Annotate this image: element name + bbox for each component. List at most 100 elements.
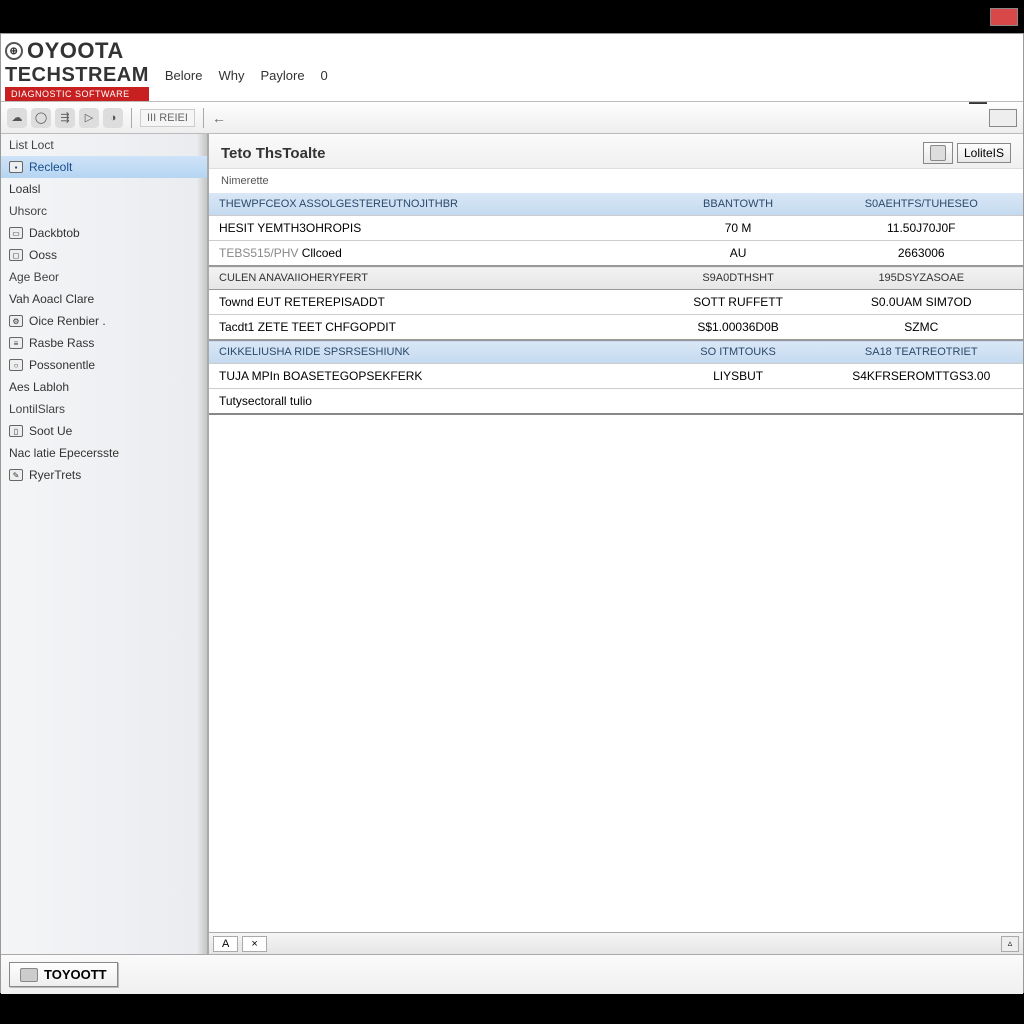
toolbar-circle-icon[interactable]: ◯ xyxy=(31,108,51,128)
sidebar-label-3: Uhsorc xyxy=(9,204,47,218)
toolbar-flag-icon[interactable]: ▷ xyxy=(79,108,99,128)
sidebar-label-15: RyerTrets xyxy=(29,468,81,482)
menu-item-4[interactable]: 0 xyxy=(321,68,328,83)
table-row[interactable]: Tacdt1 ZETE TEET CHFGOPDIT S$1.00036D0B … xyxy=(209,315,1023,341)
cell-val2: 11.50J70J0F xyxy=(819,216,1023,241)
cell-name: Townd EUT RETEREPISADDT xyxy=(209,290,657,315)
content-subtitle: Nimerette xyxy=(209,169,1023,193)
cell-val1: LIYSBUT xyxy=(657,364,820,389)
app-logo: ⊕OYOOTA TECHSTREAM DIAGNOSTIC SOFTWARE xyxy=(1,34,157,101)
toolbar-half-icon[interactable]: ◑ xyxy=(103,108,123,128)
sidebar-item-8[interactable]: ⚙ Oice Renbier . xyxy=(1,310,207,332)
sidebar-item-13[interactable]: ▯ Soot Ue xyxy=(1,420,207,442)
window-minimize-button[interactable]: — xyxy=(969,92,987,113)
sidebar-item-10[interactable]: ○ Possonentle xyxy=(1,354,207,376)
toolbar-back-icon[interactable]: ← xyxy=(212,110,226,126)
menu-item-2[interactable]: Why xyxy=(218,68,244,83)
table-section-row: CIKKELIUSHA RIDE SPSRSESHIUNK SO ITMTOUK… xyxy=(209,340,1023,364)
menu-item-1[interactable]: Belore xyxy=(165,68,203,83)
cell-name: Tutysectorall tulio xyxy=(209,389,657,415)
sheet-tab-close[interactable]: × xyxy=(242,936,266,952)
toolbar-arrow-icon[interactable]: ⇶ xyxy=(55,108,75,128)
cell-name: CULEN ANAVAIIOHERYFERT xyxy=(209,266,657,290)
sidebar-label-12: LontilSlars xyxy=(9,402,65,416)
toolbar-text-button[interactable]: III REIEI xyxy=(140,109,195,127)
menu-item-3[interactable]: Paylore xyxy=(260,68,304,83)
sidebar-label-2: Loalsl xyxy=(9,182,40,196)
refresh-icon xyxy=(930,145,946,161)
data-table: THEWPFCEOX ASSOLGESTEREUTNOJITHBR BBANTO… xyxy=(209,193,1023,415)
cell-val2: S0.0UAM SIM7OD xyxy=(819,290,1023,315)
sidebar-item-2[interactable]: Loalsl xyxy=(1,178,207,200)
sidebar-item-3[interactable]: Uhsorc xyxy=(1,200,207,222)
logo-line1: OYOOTA xyxy=(27,38,124,64)
cell-val2: 2663006 xyxy=(819,241,1023,267)
toolbar-cloud-icon[interactable]: ☁ xyxy=(7,108,27,128)
cell-name: Tacdt1 ZETE TEET CHFGOPDIT xyxy=(209,315,657,341)
sidebar-item-7[interactable]: Vah Aoacl Clare xyxy=(1,288,207,310)
box-icon: ▭ xyxy=(9,227,23,239)
sidebar-item-15[interactable]: ✎ RyerTrets xyxy=(1,464,207,486)
sidebar-label-8: Oice Renbier . xyxy=(29,314,106,328)
sheet-tab-1[interactable]: A xyxy=(213,936,238,952)
footer: TOYOOTT xyxy=(1,954,1023,994)
sidebar-label-10: Possonentle xyxy=(29,358,95,372)
sheet-tab-bar: A × ▵ xyxy=(209,932,1023,954)
cell-name: CIKKELIUSHA RIDE SPSRSESHIUNK xyxy=(209,340,657,364)
sidebar-label-14: Nac latie Epecersste xyxy=(9,446,119,460)
cell-name-text: Cllcoed xyxy=(302,246,342,260)
col-header-val1: BBANTOWTH xyxy=(657,193,820,216)
logo-tagline: DIAGNOSTIC SOFTWARE xyxy=(5,87,149,101)
footer-brand-button[interactable]: TOYOOTT xyxy=(9,962,118,987)
table-row[interactable]: Townd EUT RETEREPISADDT SOTT RUFFETT S0.… xyxy=(209,290,1023,315)
sidebar-item-6[interactable]: Age Beor xyxy=(1,266,207,288)
cell-val1: 70 M xyxy=(657,216,820,241)
toolbar-separator-2 xyxy=(203,108,204,128)
circle-icon: ○ xyxy=(9,359,23,371)
table-row[interactable]: Tutysectorall tulio xyxy=(209,389,1023,415)
cell-val1: SOTT RUFFETT xyxy=(657,290,820,315)
sidebar-label-1: Recleolt xyxy=(29,160,72,174)
sidebar-label-7: Vah Aoacl Clare xyxy=(9,292,94,306)
sheet-scroll-button[interactable]: ▵ xyxy=(1001,936,1019,952)
table-row[interactable]: TEBS515/PHV Cllcoed AU 2663006 xyxy=(209,241,1023,267)
sidebar-item-9[interactable]: ≡ Rasbe Rass xyxy=(1,332,207,354)
tool-icon: ✎ xyxy=(9,469,23,481)
sidebar-item-14[interactable]: Nac latie Epecersste xyxy=(1,442,207,464)
menu-bar: Belore Why Paylore 0 xyxy=(157,34,328,89)
cell-name: HESIT YEMTH3OHROPIS xyxy=(209,216,657,241)
car-icon: ▪ xyxy=(9,161,23,173)
sidebar-item-12[interactable]: LontilSlars xyxy=(1,398,207,420)
table-row[interactable]: HESIT YEMTH3OHROPIS 70 M 11.50J70J0F xyxy=(209,216,1023,241)
sidebar-label-4: Dackbtob xyxy=(29,226,80,240)
gear-icon: ⚙ xyxy=(9,315,23,327)
cell-val2 xyxy=(819,389,1023,415)
sidebar-label-13: Soot Ue xyxy=(29,424,72,438)
sidebar-item-5[interactable]: ◻Ooss xyxy=(1,244,207,266)
cell-val1 xyxy=(657,389,820,415)
sidebar-item-11[interactable]: Aes Labloh xyxy=(1,376,207,398)
logo-line2: TECHSTREAM xyxy=(5,64,149,87)
sidebar-label-6: Age Beor xyxy=(9,270,59,284)
sidebar: List Loct ▪ Recleolt Loalsl Uhsorc ▭ Dackb… xyxy=(1,134,209,954)
list-icon: ≡ xyxy=(9,337,23,349)
sidebar-label-9: Rasbe Rass xyxy=(29,336,94,350)
cell-val2: SA18 TEATREOTRIET xyxy=(819,340,1023,364)
refresh-button[interactable] xyxy=(923,142,953,164)
header-action-label: LoliteIS xyxy=(964,146,1004,160)
toyota-logo-icon: ⊕ xyxy=(5,42,23,60)
car-icon xyxy=(20,968,38,982)
sidebar-item-4[interactable]: ▭ Dackbtob xyxy=(1,222,207,244)
cell-val1: AU xyxy=(657,241,820,267)
page-icon: ▯ xyxy=(9,425,23,437)
table-row[interactable]: TUJA MPIn BOASETEGOPSEKFERK LIYSBUT S4KF… xyxy=(209,364,1023,389)
header-action-button[interactable]: LoliteIS xyxy=(957,143,1011,163)
sidebar-item-1[interactable]: ▪ Recleolt xyxy=(1,156,207,178)
window-close-button[interactable] xyxy=(990,8,1018,26)
cell-val1: S9A0DTHSHT xyxy=(657,266,820,290)
sidebar-label-11: Aes Labloh xyxy=(9,380,69,394)
toolbar-right-button[interactable] xyxy=(989,109,1017,127)
table-header-row: THEWPFCEOX ASSOLGESTEREUTNOJITHBR BBANTO… xyxy=(209,193,1023,216)
sidebar-item-0[interactable]: List Loct xyxy=(1,134,207,156)
cell-val2: SZMC xyxy=(819,315,1023,341)
